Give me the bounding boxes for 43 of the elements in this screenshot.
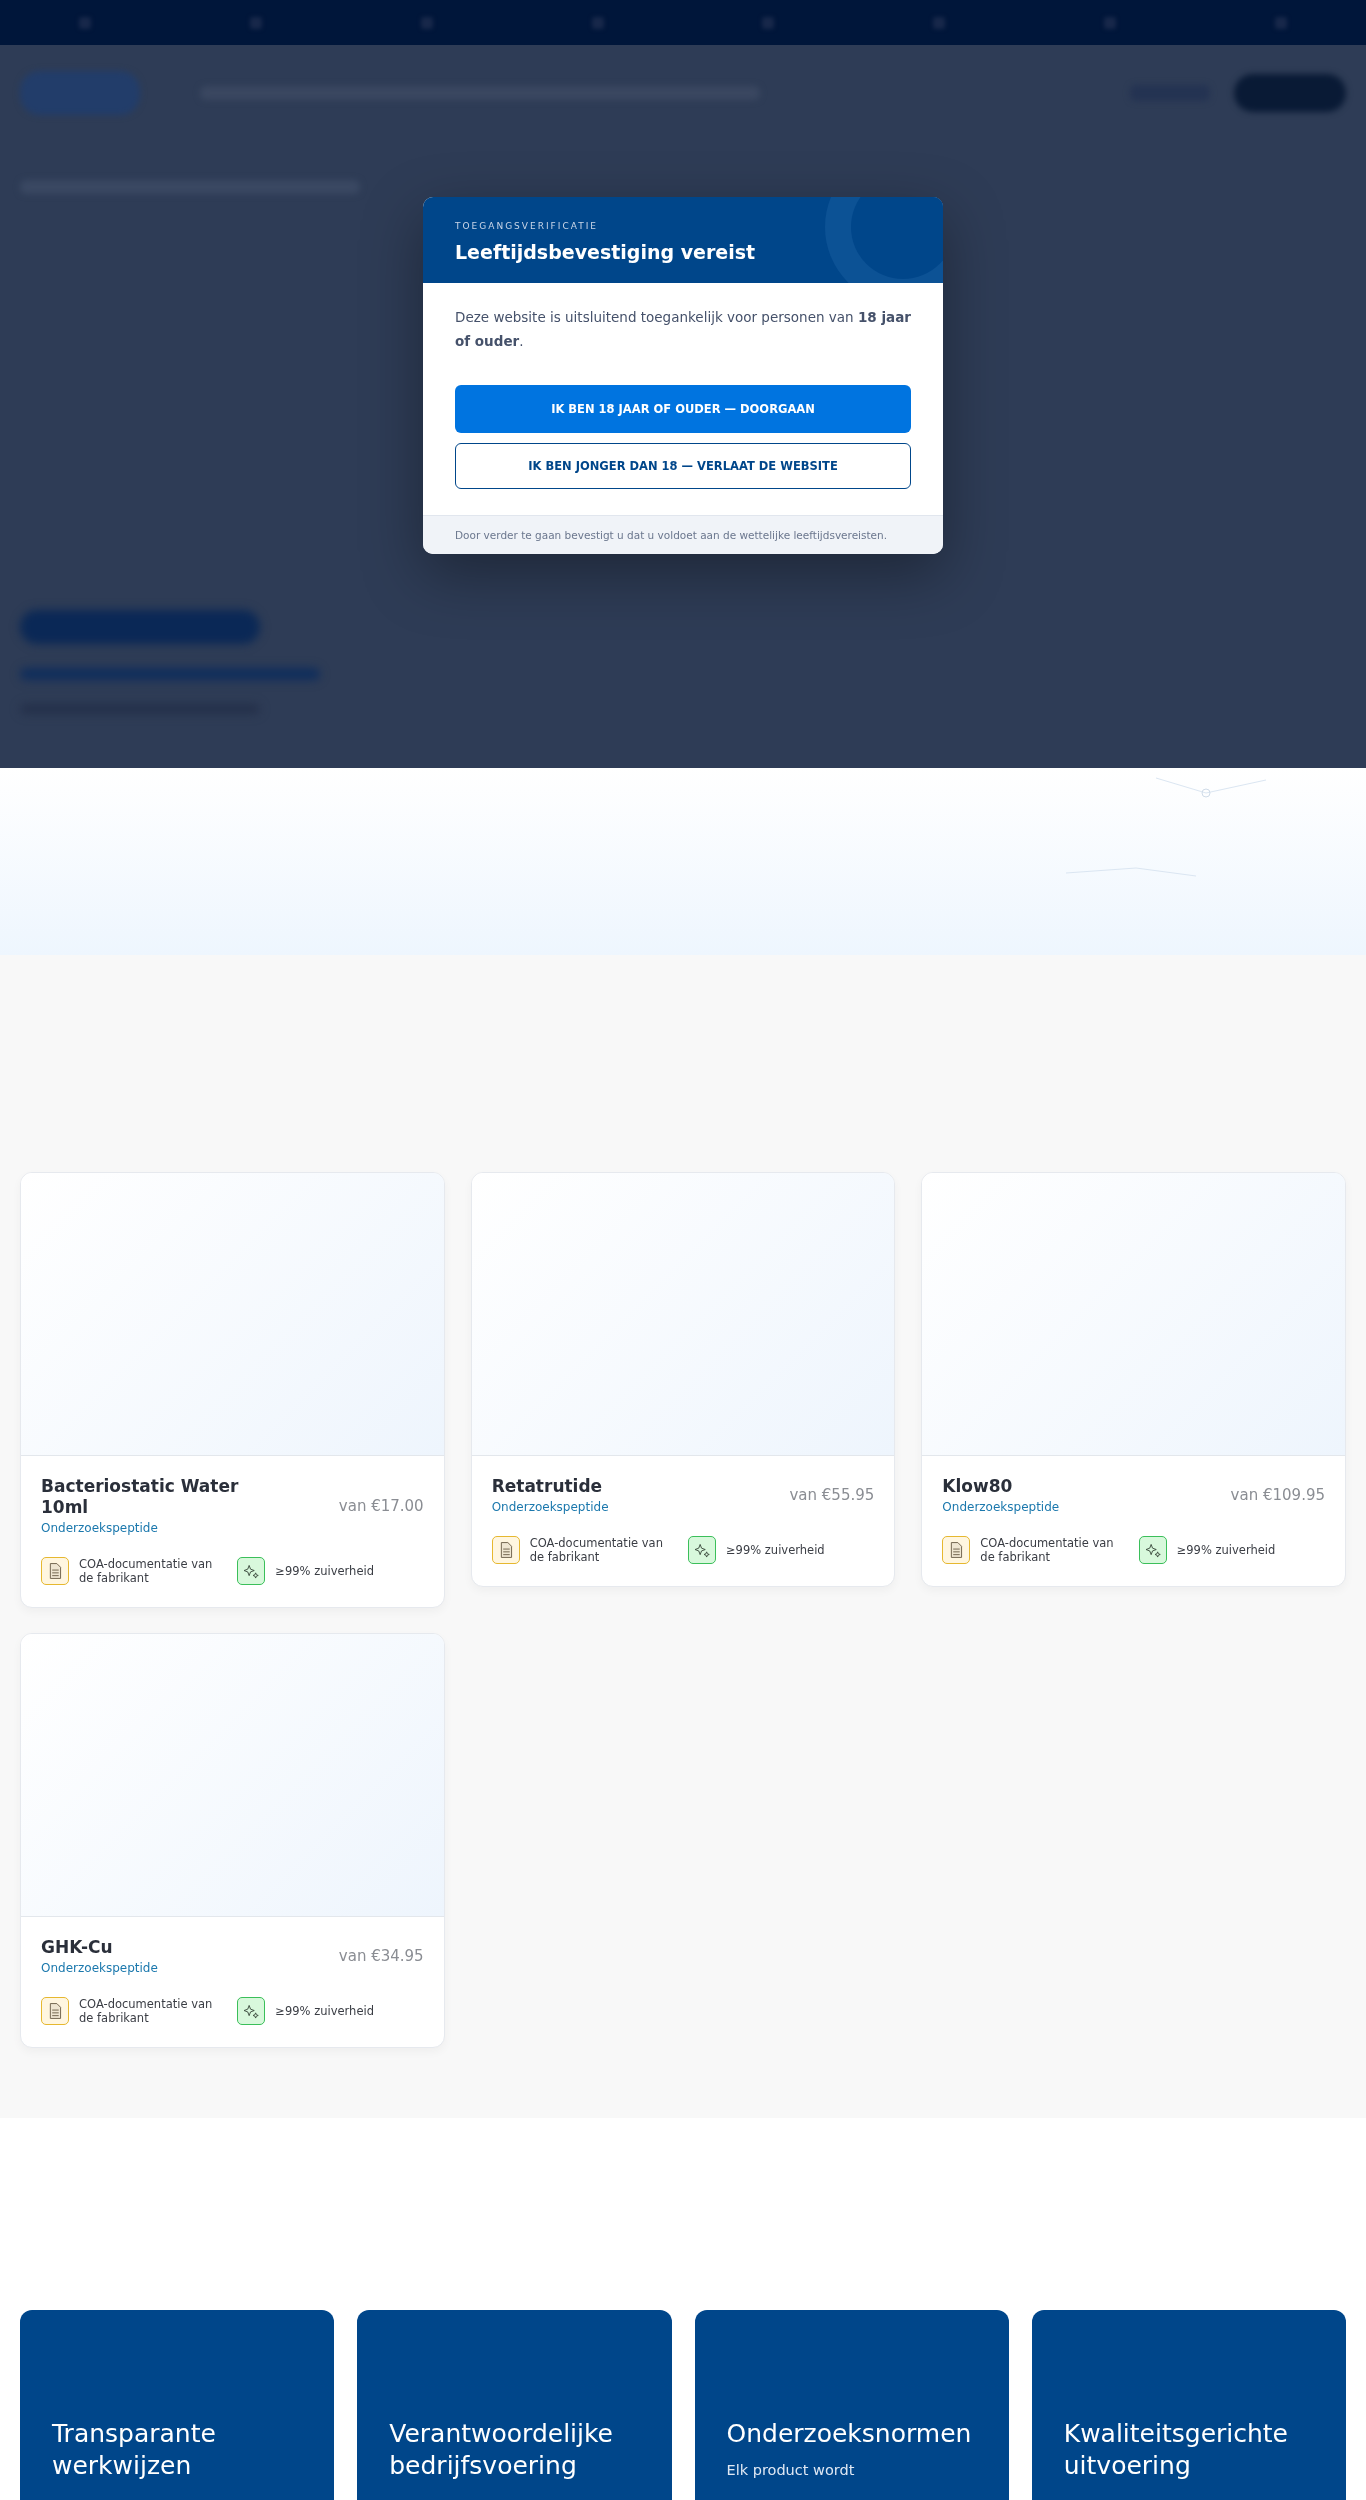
dialog-eyebrow: TOEGANGSVERIFICATIE (455, 221, 599, 231)
value-title: Kwaliteitsgerichte uitvoering (1063, 2418, 1289, 2482)
product-name[interactable]: Retatrutide (491, 1476, 609, 1497)
sparkle-icon (688, 1536, 716, 1564)
product-category: Onderzoekspeptide (41, 1961, 158, 1975)
product-name[interactable]: Bacteriostatic Water 10ml (41, 1476, 261, 1518)
product-name[interactable]: Klow80 (942, 1476, 1060, 1497)
leave-site-button[interactable]: IK BEN JONGER DAN 18 — VERLAAT DE WEBSITE (455, 443, 911, 489)
dialog-message: Deze website is uitsluitend toegankelijk voor personen van 18 jaar of ouder. (455, 308, 911, 351)
feature-label: COA-documentatie van de fabrikant (529, 1536, 664, 1564)
feature-label: ≥99% zuiverheid (275, 2004, 374, 2018)
feature-label: ≥99% zuiverheid (726, 1543, 825, 1557)
sparkle-icon (1138, 1536, 1167, 1564)
value-title: Onderzoeksnormen (726, 2418, 973, 2450)
product-price: van €109.95 (1230, 1486, 1325, 1504)
product-card[interactable]: Retatrutide Onderzoekspeptide van €55.95 COA-documentatie van de fabrikant ≥99% zuiverheid (470, 1172, 896, 1587)
dialog-title: Leeftijdsbevestiging vereist (455, 241, 757, 263)
product-card[interactable]: GHK-Cu Onderzoekspeptide van €34.95 COA-documentatie van de fabrikant ≥99% zuiverheid (20, 1633, 445, 2048)
document-icon (942, 1536, 971, 1564)
dialog-footnote: Door verder te gaan bevestigt u dat u voldoet aan de wettelijke leeftijdsvereisten. (423, 515, 943, 554)
confirm-age-button[interactable]: IK BEN 18 JAAR OF OUDER — DOORGAAN (455, 385, 911, 433)
feature-label: ≥99% zuiverheid (1176, 1543, 1276, 1557)
product-price: van €34.95 (338, 1947, 424, 1965)
sparkle-icon (237, 1557, 266, 1585)
feature-label: COA-documentatie van de fabrikant (79, 1997, 214, 2025)
document-icon (41, 1557, 69, 1585)
document-icon (491, 1536, 520, 1564)
feature-label: COA-documentatie van de fabrikant (980, 1536, 1115, 1564)
product-price: van €17.00 (338, 1496, 424, 1515)
value-title: Transparante werkwijzen (52, 2418, 217, 2482)
product-name[interactable]: GHK-Cu (41, 1937, 158, 1958)
value-title: Verantwoordelijke bedrijfsvoering (389, 2418, 614, 2482)
product-category: Onderzoekspeptide (41, 1521, 159, 1535)
sparkle-icon (237, 1997, 266, 2025)
product-category: Onderzoekspeptide (491, 1500, 609, 1514)
value-text: Elk product wordt (726, 2462, 856, 2478)
feature-label: ≥99% zuiverheid (275, 1564, 374, 1578)
product-category: Onderzoekspeptide (942, 1500, 1060, 1514)
product-price: van €55.95 (789, 1486, 875, 1504)
feature-label: COA-documentatie van de fabrikant (79, 1557, 214, 1585)
product-card[interactable]: Klow80 Onderzoekspeptide van €109.95 COA-documentatie van de fabrikant ≥99% zuiverheid (921, 1172, 1346, 1587)
document-icon (41, 1997, 69, 2025)
product-card[interactable]: Bacteriostatic Water 10ml Onderzoekspeptide van €17.00 COA-documentatie van de fabrikant ≥99% zuiverheid (20, 1172, 445, 1608)
